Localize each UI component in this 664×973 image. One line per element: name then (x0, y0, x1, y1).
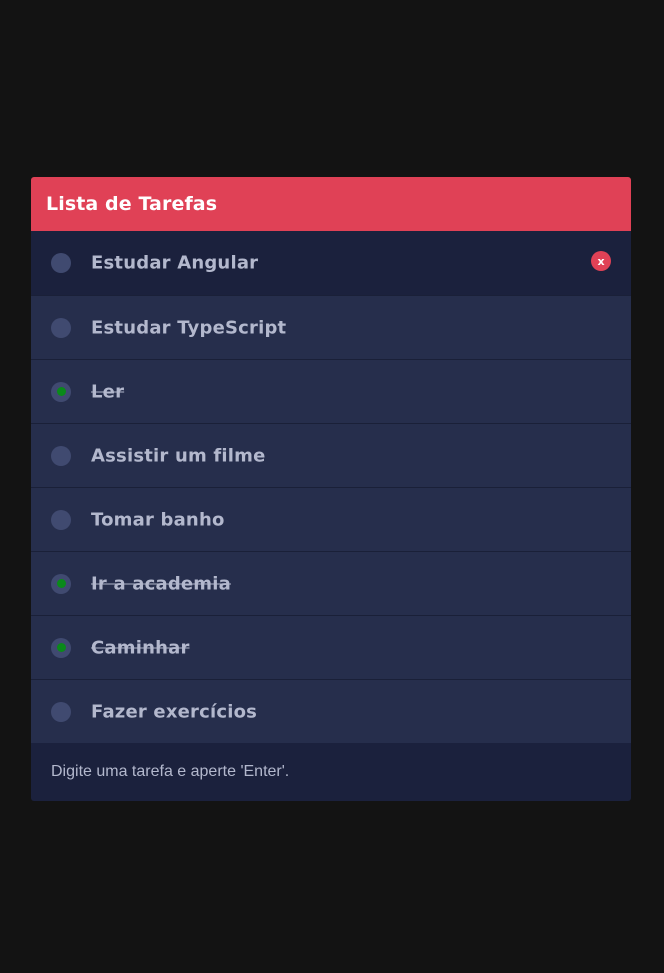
page-title: Lista de Tarefas (46, 193, 218, 215)
task-label: Fazer exercícios (91, 701, 258, 722)
task-item[interactable]: Ir a academia (31, 551, 631, 615)
task-label: Ir a academia (91, 573, 231, 594)
task-list: Estudar Angular x Estudar TypeScript Ler… (31, 231, 631, 743)
task-checkbox[interactable] (51, 701, 71, 722)
check-dot-icon (56, 387, 66, 396)
task-checkbox[interactable] (51, 381, 71, 402)
task-label: Caminhar (91, 637, 190, 658)
task-label: Ler (91, 381, 125, 402)
new-task-footer (31, 743, 631, 801)
card-header: Lista de Tarefas (31, 177, 631, 231)
task-label: Estudar TypeScript (91, 317, 287, 338)
check-dot-icon (56, 643, 66, 652)
task-item[interactable]: Estudar TypeScript (31, 295, 631, 359)
check-dot-icon (56, 579, 66, 588)
task-item[interactable]: Fazer exercícios (31, 679, 631, 743)
task-item[interactable]: Caminhar (31, 615, 631, 679)
task-label: Assistir um filme (91, 445, 266, 466)
task-item[interactable]: Tomar banho (31, 487, 631, 551)
task-checkbox[interactable] (51, 317, 71, 338)
task-checkbox[interactable] (51, 253, 71, 273)
task-label: Tomar banho (91, 509, 225, 530)
task-item[interactable]: Ler (31, 359, 631, 423)
new-task-input[interactable] (51, 763, 611, 781)
task-checkbox[interactable] (51, 573, 71, 594)
task-item[interactable]: Estudar Angular x (31, 231, 631, 295)
task-item[interactable]: Assistir um filme (31, 423, 631, 487)
delete-task-button[interactable]: x (591, 251, 611, 271)
task-label: Estudar Angular (91, 252, 259, 274)
task-checkbox[interactable] (51, 509, 71, 530)
todo-card: Lista de Tarefas Estudar Angular x Estud… (31, 177, 631, 801)
task-checkbox[interactable] (51, 445, 71, 466)
task-checkbox[interactable] (51, 637, 71, 658)
